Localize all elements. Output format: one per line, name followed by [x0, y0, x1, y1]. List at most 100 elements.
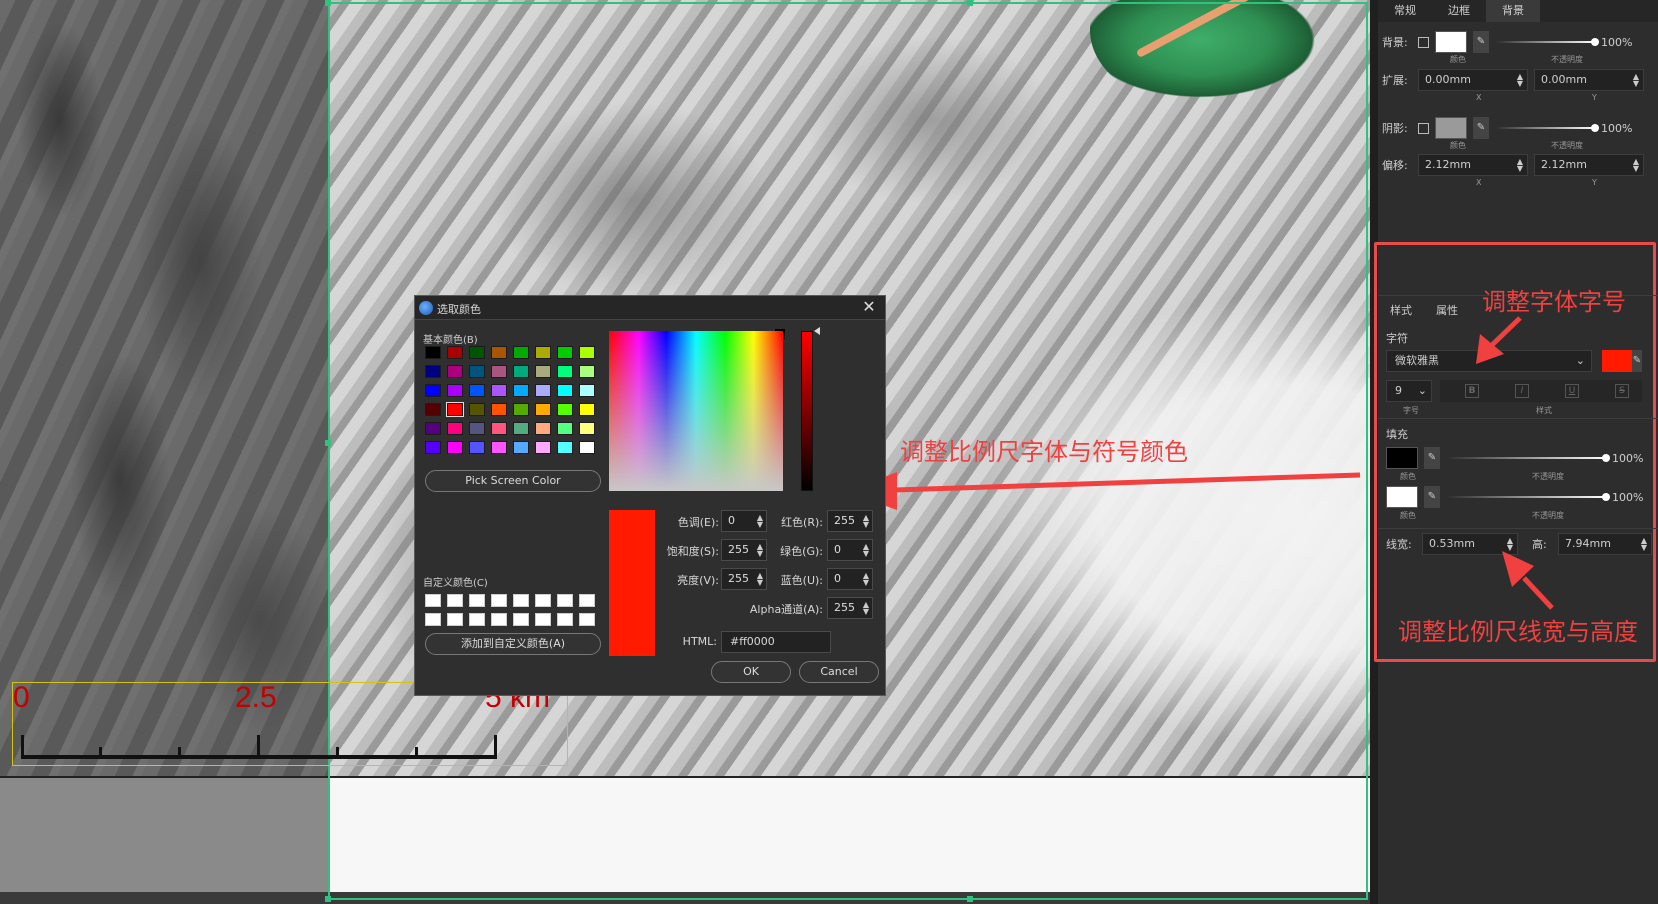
html-hex-input[interactable]: #ff0000 — [721, 631, 831, 653]
offset-y-input[interactable]: 2.12mm ▲ ▼ — [1534, 154, 1644, 176]
basic-color-swatch[interactable] — [535, 346, 551, 359]
tab-general[interactable]: 常规 — [1378, 0, 1432, 22]
shadow-checkbox[interactable] — [1418, 122, 1429, 134]
basic-color-swatch[interactable] — [557, 365, 573, 378]
eyedropper-icon[interactable]: ✎ — [1473, 31, 1489, 53]
basic-color-swatch[interactable] — [491, 441, 507, 454]
custom-color-slot[interactable] — [513, 594, 529, 607]
basic-color-swatch[interactable] — [513, 365, 529, 378]
luminance-marker-icon[interactable] — [814, 327, 820, 335]
eyedropper-icon[interactable]: ✎ — [1632, 350, 1642, 372]
fill-1-color-swatch[interactable] — [1386, 447, 1418, 469]
custom-color-slot[interactable] — [469, 613, 485, 626]
custom-color-slot[interactable] — [535, 594, 551, 607]
line-width-input[interactable]: 0.53mm ▲ ▼ — [1422, 533, 1518, 555]
basic-color-swatch[interactable] — [513, 384, 529, 397]
basic-color-swatch[interactable] — [446, 402, 464, 417]
basic-color-swatch[interactable] — [535, 403, 551, 416]
fill-2-color-swatch[interactable] — [1386, 486, 1418, 508]
basic-color-swatch[interactable] — [447, 441, 463, 454]
font-family-select[interactable]: 微软雅黑 ⌄ — [1386, 350, 1592, 372]
basic-color-swatch[interactable] — [557, 384, 573, 397]
basic-color-swatch[interactable] — [469, 346, 485, 359]
ok-button[interactable]: OK — [711, 661, 791, 683]
basic-color-swatch[interactable] — [425, 365, 441, 378]
luminance-strip[interactable] — [801, 331, 813, 491]
selection-handle[interactable] — [325, 440, 331, 446]
basic-color-swatch[interactable] — [491, 365, 507, 378]
font-color-swatch[interactable] — [1602, 350, 1632, 372]
basic-color-swatch[interactable] — [425, 403, 441, 416]
tab-style[interactable]: 样式 — [1378, 300, 1424, 322]
eyedropper-icon[interactable]: ✎ — [1473, 117, 1489, 139]
dialog-title-bar[interactable]: 选取颜色 ✕ — [415, 296, 885, 320]
background-opacity-slider[interactable] — [1495, 31, 1599, 53]
green-input[interactable]: 0 ▲ ▼ — [827, 539, 873, 561]
underline-button[interactable]: U — [1565, 384, 1579, 398]
basic-color-swatch[interactable] — [535, 422, 551, 435]
basic-color-swatch[interactable] — [469, 384, 485, 397]
basic-color-swatch[interactable] — [425, 384, 441, 397]
basic-color-swatch[interactable] — [491, 403, 507, 416]
custom-color-slot[interactable] — [425, 594, 441, 607]
fill-1-opacity-slider[interactable] — [1446, 447, 1610, 469]
basic-color-swatch[interactable] — [579, 384, 595, 397]
bold-button[interactable]: B — [1465, 384, 1479, 398]
close-icon[interactable]: ✕ — [859, 297, 879, 317]
italic-button[interactable]: I — [1515, 384, 1529, 398]
basic-color-swatch[interactable] — [557, 422, 573, 435]
custom-color-slot[interactable] — [557, 594, 573, 607]
offset-x-input[interactable]: 2.12mm ▲ ▼ — [1418, 154, 1528, 176]
font-size-select[interactable]: 9 ⌄ — [1386, 380, 1432, 402]
basic-color-swatch[interactable] — [469, 365, 485, 378]
basic-color-swatch[interactable] — [579, 441, 595, 454]
basic-color-swatch[interactable] — [535, 441, 551, 454]
expand-y-input[interactable]: 0.00mm ▲ ▼ — [1534, 69, 1644, 91]
custom-color-slot[interactable] — [491, 613, 507, 626]
custom-color-slot[interactable] — [447, 594, 463, 607]
basic-color-swatch[interactable] — [491, 422, 507, 435]
height-input[interactable]: 7.94mm ▲ ▼ — [1558, 533, 1652, 555]
strikethrough-button[interactable]: S — [1615, 384, 1629, 398]
basic-color-swatch[interactable] — [513, 403, 529, 416]
custom-color-slot[interactable] — [557, 613, 573, 626]
custom-color-slot[interactable] — [425, 613, 441, 626]
basic-color-swatch[interactable] — [579, 365, 595, 378]
basic-color-swatch[interactable] — [447, 422, 463, 435]
basic-color-swatch[interactable] — [579, 422, 595, 435]
pick-screen-color-button[interactable]: Pick Screen Color — [425, 470, 601, 492]
horizontal-scrollbar[interactable] — [0, 892, 1370, 904]
basic-color-swatch[interactable] — [491, 384, 507, 397]
basic-color-swatch[interactable] — [557, 346, 573, 359]
add-custom-color-button[interactable]: 添加到自定义颜色(A) — [425, 633, 601, 655]
basic-color-swatch[interactable] — [469, 441, 485, 454]
custom-color-slot[interactable] — [491, 594, 507, 607]
basic-color-swatch[interactable] — [447, 346, 463, 359]
basic-color-swatch[interactable] — [491, 346, 507, 359]
color-spectrum[interactable] — [609, 331, 783, 491]
basic-color-swatch[interactable] — [535, 365, 551, 378]
custom-color-slot[interactable] — [579, 594, 595, 607]
custom-color-slot[interactable] — [513, 613, 529, 626]
tab-attributes[interactable]: 属性 — [1424, 300, 1470, 322]
eyedropper-icon[interactable]: ✎ — [1424, 447, 1440, 469]
basic-color-swatch[interactable] — [447, 365, 463, 378]
basic-color-swatch[interactable] — [469, 403, 485, 416]
spectrum-cursor[interactable] — [775, 329, 785, 339]
basic-color-swatch[interactable] — [513, 422, 529, 435]
basic-color-swatch[interactable] — [513, 346, 529, 359]
basic-color-swatch[interactable] — [513, 441, 529, 454]
expand-x-input[interactable]: 0.00mm ▲ ▼ — [1418, 69, 1528, 91]
alpha-input[interactable]: 255 ▲ ▼ — [827, 597, 873, 619]
fill-2-opacity-slider[interactable] — [1446, 486, 1610, 508]
basic-color-swatch[interactable] — [579, 346, 595, 359]
blue-input[interactable]: 0 ▲ ▼ — [827, 568, 873, 590]
custom-color-slot[interactable] — [579, 613, 595, 626]
background-color-swatch[interactable] — [1435, 31, 1467, 53]
basic-color-swatch[interactable] — [557, 441, 573, 454]
basic-color-swatch[interactable] — [425, 422, 441, 435]
cancel-button[interactable]: Cancel — [799, 661, 879, 683]
basic-color-swatch[interactable] — [557, 403, 573, 416]
custom-color-slot[interactable] — [535, 613, 551, 626]
red-input[interactable]: 255 ▲ ▼ — [827, 510, 873, 532]
